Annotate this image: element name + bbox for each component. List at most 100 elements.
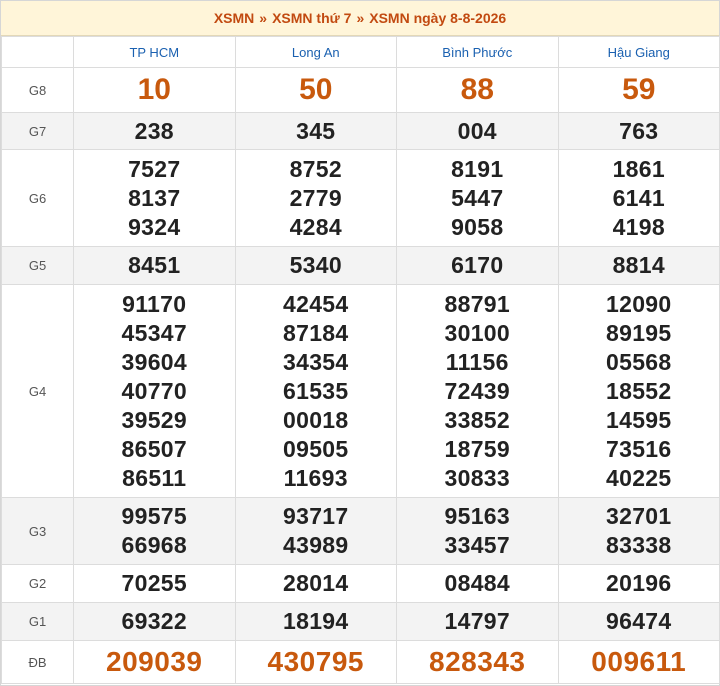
prize-number: 96474: [606, 608, 672, 634]
prize-number: 99575: [121, 503, 187, 529]
prize-label: G3: [1, 497, 74, 565]
prize-cell: 95163 33457: [396, 497, 559, 565]
prize-cell: 91170 45347 39604 40770 39529 86507 86511: [73, 284, 236, 498]
prize-cell: 828343: [396, 640, 559, 684]
prize-label: G5: [1, 246, 74, 285]
prize-number: 6141: [612, 184, 665, 211]
prize-row: ĐB 209039 430795 828343 009611: [1, 640, 720, 684]
breadcrumb-xsmn[interactable]: XSMN: [214, 10, 254, 26]
prize-number: 33457: [444, 532, 510, 558]
prize-number: 66968: [121, 532, 187, 558]
prize-cell: 08484: [396, 564, 559, 603]
prize-cell: 69322: [73, 602, 236, 641]
province-header-row: TP HCM Long An Bình Phước Hậu Giang: [1, 36, 720, 68]
prize-label: G4: [1, 284, 74, 498]
province-header-long-an[interactable]: Long An: [234, 36, 397, 68]
prize-row: G2 70255 28014 08484 20196: [1, 564, 720, 603]
breadcrumb-separator: »: [356, 10, 365, 26]
prize-number: 61535: [283, 377, 349, 404]
prize-row: G6 7527 8137 9324 8752 2779 4284 8191 5447 9058 18…: [1, 149, 720, 247]
prize-number: 59: [622, 73, 656, 106]
prize-number: 32701: [606, 503, 672, 529]
prize-number: 39529: [121, 406, 187, 433]
prize-number: 95163: [444, 503, 510, 529]
prize-number: 93717: [283, 503, 349, 529]
prize-number: 40225: [606, 464, 672, 491]
prize-number: 88791: [444, 290, 510, 317]
prize-cell: 8451: [73, 246, 236, 285]
prize-number: 34354: [283, 348, 349, 375]
prize-number: 209039: [106, 646, 203, 677]
prize-number: 08484: [444, 570, 510, 596]
prize-label: G8: [1, 67, 74, 113]
prize-number: 11156: [445, 348, 509, 375]
prize-number: 18552: [606, 377, 672, 404]
prize-cell: 8752 2779 4284: [234, 149, 397, 247]
prize-number: 9324: [128, 213, 181, 240]
prize-row: G4 91170 45347 39604 40770 39529 86507 86511 424…: [1, 284, 720, 498]
prize-number: 763: [619, 117, 659, 144]
prize-number: 9058: [451, 213, 504, 240]
prize-cell: 238: [73, 112, 236, 150]
prize-cell: 93717 43989: [234, 497, 397, 565]
prize-cell: 009611: [557, 640, 720, 684]
prize-cell: 004: [396, 112, 559, 150]
prize-number: 8814: [612, 252, 665, 278]
prize-rows: G8 10 50 88 59 G7 238 345 004 763 G6 7527 8137 9324 87…: [1, 67, 720, 684]
prize-number: 30100: [444, 319, 510, 346]
prize-number: 91170: [122, 290, 187, 317]
prize-number: 50: [299, 73, 333, 106]
prize-number: 42454: [283, 290, 349, 317]
prize-number: 1861: [612, 155, 665, 182]
prize-number: 70255: [121, 570, 187, 596]
prize-cell: 209039: [73, 640, 236, 684]
prize-cell: 14797: [396, 602, 559, 641]
prize-cell: 28014: [234, 564, 397, 603]
prize-number: 00018: [283, 406, 349, 433]
prize-cell: 88: [396, 67, 559, 113]
breadcrumb-separator: »: [259, 10, 268, 26]
prize-number: 20196: [606, 570, 672, 596]
prize-cell: 42454 87184 34354 61535 00018 09505 11693: [234, 284, 397, 498]
province-header-tp-hcm[interactable]: TP HCM: [73, 36, 236, 68]
province-header-binh-phuoc[interactable]: Bình Phước: [396, 36, 559, 68]
prize-number: 69322: [121, 608, 187, 634]
prize-cell: 18194: [234, 602, 397, 641]
prize-number: 4284: [289, 213, 342, 240]
prize-cell: 10: [73, 67, 236, 113]
prize-row: G8 10 50 88 59: [1, 67, 720, 113]
prize-number: 86511: [122, 464, 187, 491]
prize-number: 09505: [283, 435, 349, 462]
prize-number: 39604: [121, 348, 187, 375]
prize-label: G7: [1, 112, 74, 150]
prize-cell: 50: [234, 67, 397, 113]
prize-cell: 20196: [557, 564, 720, 603]
prize-number: 7527: [128, 155, 181, 182]
prize-number: 345: [296, 117, 336, 144]
prize-row: G5 8451 5340 6170 8814: [1, 246, 720, 285]
breadcrumb-xsmn-date[interactable]: XSMN ngày 8-8-2026: [369, 10, 506, 26]
header-corner: [1, 36, 74, 68]
prize-cell: 7527 8137 9324: [73, 149, 236, 247]
prize-row: G7 238 345 004 763: [1, 112, 720, 150]
prize-number: 11693: [283, 464, 348, 491]
prize-number: 86507: [121, 435, 187, 462]
prize-number: 73516: [606, 435, 672, 462]
prize-number: 87184: [283, 319, 349, 346]
prize-number: 28014: [283, 570, 349, 596]
province-header-hau-giang[interactable]: Hậu Giang: [557, 36, 720, 68]
prize-number: 12090: [606, 290, 672, 317]
prize-number: 05568: [606, 348, 672, 375]
prize-label: G1: [1, 602, 74, 641]
prize-cell: 6170: [396, 246, 559, 285]
prize-cell: 88791 30100 11156 72439 33852 18759 30833: [396, 284, 559, 498]
breadcrumb-xsmn-thu-7[interactable]: XSMN thứ 7: [272, 10, 351, 26]
prize-number: 430795: [267, 646, 364, 677]
results-panel: XSMN » XSMN thứ 7 » XSMN ngày 8-8-2026 T…: [0, 0, 720, 686]
prize-number: 72439: [444, 377, 510, 404]
prize-cell: 345: [234, 112, 397, 150]
prize-number: 40770: [121, 377, 187, 404]
prize-number: 33852: [444, 406, 510, 433]
prize-row: G1 69322 18194 14797 96474: [1, 602, 720, 641]
prize-cell: 99575 66968: [73, 497, 236, 565]
